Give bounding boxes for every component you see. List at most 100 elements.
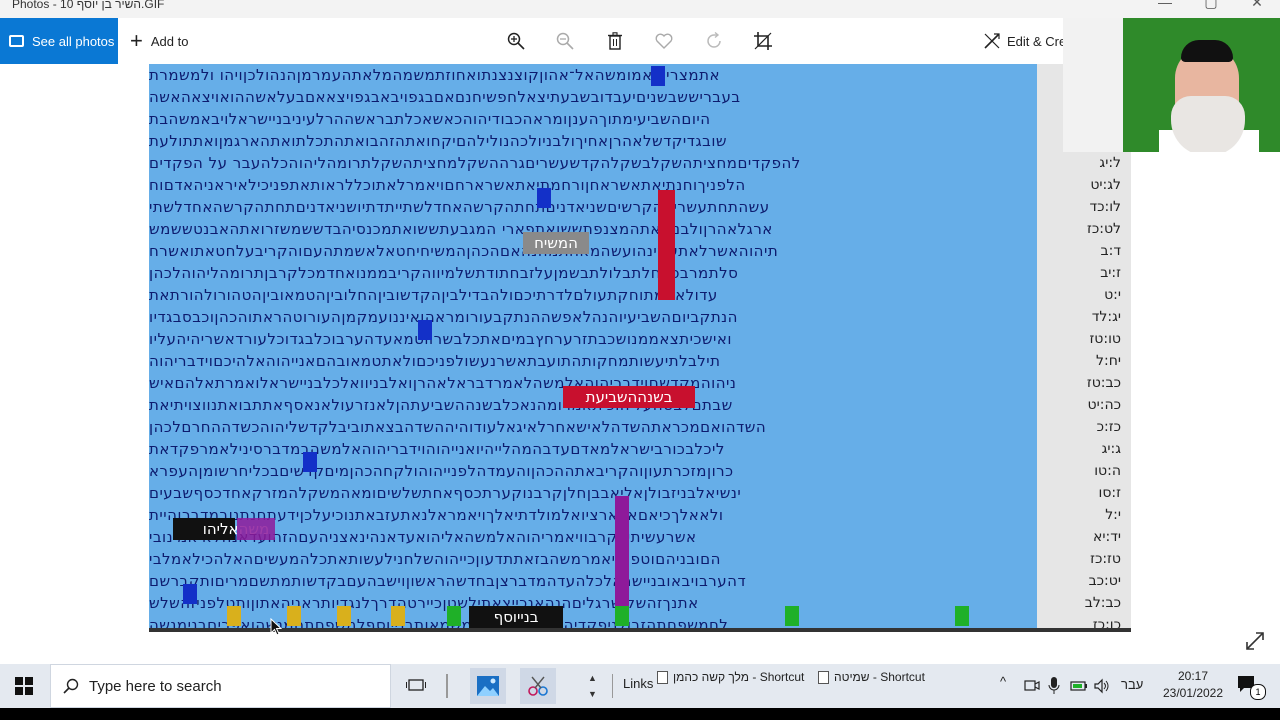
moshe-highlight	[237, 518, 275, 540]
edit-create-icon	[984, 33, 1000, 49]
full-screen-button[interactable]	[1244, 630, 1266, 652]
search-placeholder: Type here to search	[89, 677, 222, 695]
crop-icon	[754, 32, 772, 50]
notification-badge: 1	[1250, 684, 1266, 700]
photos-app-button[interactable]	[470, 668, 506, 704]
clock-time: 20:17	[1177, 669, 1209, 683]
task-view-icon	[406, 679, 426, 691]
crop-button[interactable]	[752, 30, 774, 52]
blue-cell-highlight	[651, 66, 665, 86]
grid-row: אתמצריוראמומשהאל־אהוןקוצנצנתואחוזתמשמהמל…	[149, 66, 720, 84]
screen-bottom-edge	[0, 708, 1280, 720]
start-button[interactable]	[10, 672, 38, 700]
grid-row: הנתקביוםהשביעיוהנהלאפשההנתקבעורומראהואינ…	[149, 308, 738, 326]
letter-grid: אתמצריוראמומשהאל־אהוןקוצנצנתואחוזתמשמהמל…	[149, 64, 1037, 632]
grid-row: בעבריששבשניםיעבדובשבעתיצאלחפשיחנםאםבגפוי…	[149, 88, 741, 106]
verse-reference: ד:ב	[1100, 243, 1121, 259]
mouse-cursor-icon	[270, 618, 282, 636]
shortcut-melech-kashe[interactable]: מלך קשה כהמן - Shortcut	[657, 670, 804, 684]
grid-row: להפקדיםמחציתהשקלבשקלהקדשעשריםגרההשקלמחצי…	[149, 154, 801, 172]
green-cell-highlight	[447, 606, 461, 626]
verse-reference: י:ט	[1104, 287, 1121, 303]
title-bar: Photos - 10 השיר בן יוסף.GIF — ▢ ✕	[0, 0, 1280, 18]
see-all-photos-button[interactable]: See all photos	[0, 18, 118, 64]
grid-row: היוםהשביעימתוךהענןומראהכבודיהוהכאשאכלתבר…	[149, 110, 711, 128]
meet-now-icon[interactable]	[1024, 678, 1040, 694]
verse-reference: ל:יג	[1099, 155, 1121, 171]
verse-reference: טו:טז	[1089, 331, 1121, 347]
show-hidden-icons-button[interactable]: ^	[1000, 674, 1006, 689]
webcam-overlay	[1063, 18, 1280, 152]
maximize-button[interactable]: ▢	[1188, 0, 1234, 12]
document-icon	[657, 670, 668, 684]
zoom-out-button[interactable]	[554, 30, 576, 52]
verse-reference: ג:יג	[1101, 441, 1121, 457]
microphone-icon[interactable]	[1048, 677, 1060, 695]
verse-reference: לו:כד	[1089, 199, 1121, 215]
shortcut-shmita[interactable]: שמיטה - Shortcut	[818, 670, 925, 684]
windows-logo-icon	[15, 677, 33, 695]
close-button[interactable]: ✕	[1234, 0, 1280, 12]
taskbar-search-box[interactable]: Type here to search	[50, 664, 391, 708]
shortcut-label: מלך קשה כהמן - Shortcut	[673, 670, 805, 684]
favorite-button[interactable]	[653, 30, 675, 52]
blue-cell-highlight	[183, 584, 197, 604]
expand-icon	[1246, 632, 1264, 650]
verse-reference: כז:כ	[1096, 419, 1121, 435]
yellow-cell-highlight	[227, 606, 241, 626]
bishana-hashviit-highlight: בשנההשביעת	[563, 386, 695, 408]
verse-reference: ז:יב	[1100, 265, 1121, 281]
snipping-tool-button[interactable]	[520, 668, 556, 704]
grid-row: דהערבויבאובניישראלכלהעדהמדברצןבחדשהראשון…	[149, 572, 747, 590]
rotate-icon	[707, 32, 721, 48]
shortcut-label: שמיטה - Shortcut	[834, 670, 925, 684]
grid-row: סלתמרבכתחלתבלולתבשמןעלזבחתודתשלמיווהקריב…	[149, 264, 739, 282]
grid-row: אתנךזהשלושרגליםהנהאנכייצאתילשטןכיירטהדרך…	[149, 594, 699, 612]
yellow-cell-highlight	[337, 606, 351, 626]
verse-reference: טז:כז	[1090, 551, 1121, 567]
verse-reference: ז:סו	[1098, 485, 1121, 501]
delete-icon	[608, 32, 622, 50]
grid-row: הםובניהםוטפםויאמרמשהבזאתתדעוןכייהוהשלחני…	[149, 550, 721, 568]
verse-reference: יט:כב	[1088, 573, 1121, 589]
battery-icon[interactable]	[1070, 679, 1088, 693]
green-cell-highlight	[955, 606, 969, 626]
verse-reference: יח:ל	[1096, 353, 1121, 369]
see-all-photos-label: See all photos	[32, 33, 115, 49]
verse-reference: כה:יט	[1087, 397, 1121, 413]
grid-row: ארגלאהרןולבניוואתהמצנפתששואתפארי המגבעתש…	[149, 220, 773, 238]
add-to-button[interactable]: + Add to	[130, 18, 188, 64]
rotate-button[interactable]	[703, 30, 725, 52]
snipping-tool-icon	[528, 676, 548, 696]
minimize-button[interactable]: —	[1142, 0, 1188, 12]
blue-cell-highlight	[537, 188, 551, 208]
window-title: Photos - 10 השיר בן יוסף.GIF	[12, 0, 165, 11]
grid-row: תילבלתיעשותמחקותהתועבתאשרנעשולפניכםולאתט…	[149, 352, 721, 370]
grid-row: הלפניךוחנתיאתאשראחןורחמתיאתאשרארחםויאמרל…	[149, 176, 746, 194]
verse-reference: כב:טז	[1086, 375, 1121, 391]
photos-icon	[9, 35, 24, 47]
verse-reference: לג:יט	[1090, 177, 1121, 193]
verse-reference: ה:טו	[1094, 463, 1121, 479]
photos-app-icon	[477, 676, 499, 696]
photo-viewer-image: אתמצריוראמומשהאל־אהוןקוצנצנתואחוזתמשמהמל…	[149, 64, 1131, 632]
language-indicator[interactable]: עבר	[1121, 677, 1143, 692]
zoom-out-icon	[556, 32, 574, 50]
verse-reference: לט:כז	[1086, 221, 1121, 237]
task-view-button[interactable]	[402, 672, 430, 700]
grid-row: כרוןמזכרתעוןוהקריבאתההכהןוהעמדהלפנייהוהו…	[149, 462, 734, 480]
grid-row: ואישכיתצאממנושכבתזרערחץבמיםאתכלבשרווטמאע…	[149, 330, 732, 348]
delete-button[interactable]	[604, 30, 626, 52]
taskbar-separator	[446, 674, 448, 698]
windows-taskbar: Type here to search ▲ ▼ Links מלך קשה כהמ…	[0, 664, 1280, 708]
volume-icon[interactable]	[1094, 678, 1110, 694]
clock-date: 23/01/2022	[1162, 686, 1224, 700]
grid-row: ינשיאלבניזבולןאליאבבןחלןקרבנוקערתכסףאחתש…	[149, 484, 742, 502]
taskbar-clock[interactable]: 20:17 23/01/2022	[1150, 668, 1236, 702]
edit-create-button[interactable]: Edit & Crea	[983, 18, 1073, 64]
taskbar-scroll-arrows[interactable]: ▲ ▼	[588, 670, 597, 702]
grid-bottom-border	[149, 628, 1131, 632]
zoom-in-button[interactable]	[505, 30, 527, 52]
notification-center-button[interactable]: 1	[1236, 674, 1266, 700]
yellow-cell-highlight	[287, 606, 301, 626]
